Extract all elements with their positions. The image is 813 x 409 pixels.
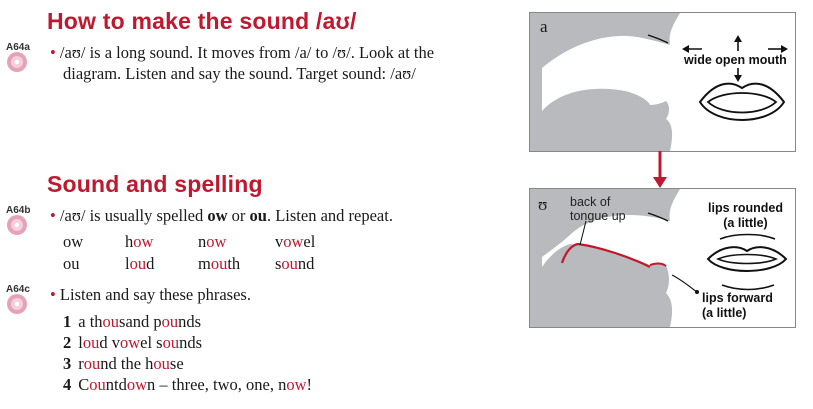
diagram-panel-b: ʊ back of tongue up lips rounded (a litt… bbox=[529, 188, 796, 328]
word-part: d bbox=[146, 254, 155, 273]
word-part: h bbox=[125, 232, 134, 251]
phrase-part: n – three, two, one, n bbox=[147, 375, 287, 394]
spelling-ou: ou bbox=[249, 206, 267, 225]
bullet-icon: • bbox=[50, 206, 56, 225]
phrase-part: el s bbox=[140, 333, 163, 352]
example-word[interactable]: how bbox=[125, 232, 153, 252]
phrase-part-highlight: ou bbox=[102, 312, 120, 331]
phrase-part: a th bbox=[78, 312, 103, 331]
phrase-part: nd the h bbox=[100, 354, 154, 373]
phrase-part: d v bbox=[99, 333, 120, 352]
phrase-part: ntd bbox=[105, 375, 127, 394]
lips-forward-line-2: (a little) bbox=[702, 306, 747, 320]
phrase-number: 2 bbox=[63, 333, 72, 352]
pointer-line-icon bbox=[671, 274, 699, 294]
paragraph-line-2: diagram. Listen and say the sound. Targe… bbox=[63, 64, 416, 83]
arrow-down-icon bbox=[653, 151, 667, 188]
lips-rounded-line-1: lips rounded bbox=[708, 201, 783, 215]
phrase-part-highlight: ow bbox=[119, 333, 141, 352]
diagram-b-label: ʊ bbox=[538, 195, 548, 214]
phrase-item[interactable]: 2 loud vowel sounds bbox=[63, 333, 202, 353]
section-title-sound-spelling: Sound and spelling bbox=[47, 171, 263, 197]
audio-track-a64a[interactable]: A64a bbox=[6, 42, 30, 78]
example-word[interactable]: mouth bbox=[198, 254, 240, 274]
example-word[interactable]: sound bbox=[275, 254, 314, 274]
phrase-part-highlight: ou bbox=[83, 354, 101, 373]
audio-cd-icon bbox=[7, 215, 27, 235]
word-part: v bbox=[275, 232, 284, 251]
instruction-b-text-3: . Listen and repeat. bbox=[266, 206, 393, 225]
lips-rounded-line-2: (a little) bbox=[723, 216, 768, 230]
phrase-part-highlight: ou bbox=[153, 354, 170, 373]
phrase-number: 4 bbox=[63, 375, 72, 394]
phrase-number: 1 bbox=[63, 312, 72, 331]
instruction-c-text: Listen and say these phrases. bbox=[59, 285, 251, 304]
section1-paragraph: • /aʊ/ is a long sound. It moves from /a… bbox=[50, 42, 520, 84]
diagram-a-label: a bbox=[540, 17, 548, 36]
phrase-part: sand p bbox=[119, 312, 162, 331]
lips-rounded-label: lips rounded (a little) bbox=[708, 201, 783, 231]
phrase-item[interactable]: 4 Countdown – three, two, one, now! bbox=[63, 375, 312, 395]
section-title-how-to: How to make the sound /aʊ/ bbox=[47, 8, 357, 34]
wide-open-mouth-label: wide open mouth bbox=[684, 53, 787, 67]
tongue-note: back of tongue up bbox=[570, 195, 626, 223]
word-part: m bbox=[198, 254, 211, 273]
tongue-note-line-1: back of bbox=[570, 195, 611, 209]
phrase-part-highlight: ow bbox=[126, 375, 148, 394]
word-part-highlight: ou bbox=[129, 254, 147, 273]
phrase-number: 3 bbox=[63, 354, 72, 373]
word-part-highlight: ow bbox=[133, 232, 154, 251]
phrase-part: nds bbox=[179, 333, 203, 352]
phrase-part-highlight: ou bbox=[82, 333, 100, 352]
tongue-note-line-2: tongue up bbox=[570, 209, 626, 223]
lips-rounded-icon bbox=[706, 233, 788, 291]
spelling-ow: ow bbox=[207, 206, 228, 225]
word-part: n bbox=[198, 232, 207, 251]
phrase-part-highlight: ou bbox=[162, 333, 180, 352]
instruction-b-text-2: or bbox=[227, 206, 250, 225]
paragraph-line-1: /aʊ/ is a long sound. It moves from /a/ … bbox=[59, 43, 435, 62]
bullet-icon: • bbox=[50, 43, 56, 62]
instruction-c: • Listen and say these phrases. bbox=[50, 284, 251, 305]
audio-track-a64b[interactable]: A64b bbox=[6, 205, 30, 241]
example-word[interactable]: loud bbox=[125, 254, 154, 274]
instruction-b: • /aʊ/ is usually spelled ow or ou. List… bbox=[50, 205, 393, 226]
instruction-b-text-1: /aʊ/ is usually spelled bbox=[59, 206, 208, 225]
word-part: el bbox=[303, 232, 316, 251]
lips-forward-line-1: lips forward bbox=[702, 291, 773, 305]
phrase-part: C bbox=[78, 375, 90, 394]
diagram-panel-a: a wide open mouth bbox=[529, 12, 796, 152]
phrase-part: se bbox=[169, 354, 184, 373]
word-part-highlight: ou bbox=[281, 254, 298, 273]
spelling-pattern: ow bbox=[63, 232, 84, 251]
word-part: nd bbox=[297, 254, 315, 273]
audio-track-a64c[interactable]: A64c bbox=[6, 284, 30, 320]
phrase-part-highlight: ou bbox=[89, 375, 106, 394]
example-word[interactable]: vowel bbox=[275, 232, 315, 252]
audio-cd-icon bbox=[7, 294, 27, 314]
word-part-highlight: ow bbox=[206, 232, 227, 251]
spelling-pattern: ou bbox=[63, 254, 80, 273]
phrase-item[interactable]: 1a thousand pounds bbox=[63, 312, 201, 332]
lips-wide-open-icon bbox=[698, 68, 786, 121]
phrase-part: nds bbox=[178, 312, 202, 331]
lips-forward-label: lips forward (a little) bbox=[702, 291, 773, 321]
word-part: th bbox=[227, 254, 241, 273]
phrase-part: ! bbox=[306, 375, 313, 394]
phrase-item[interactable]: 3 round the house bbox=[63, 354, 184, 374]
phrase-part-highlight: ow bbox=[286, 375, 307, 394]
example-word[interactable]: now bbox=[198, 232, 226, 252]
bullet-icon: • bbox=[50, 285, 56, 304]
word-part-highlight: ou bbox=[210, 254, 228, 273]
audio-cd-icon bbox=[7, 52, 27, 72]
phrase-part-highlight: ou bbox=[161, 312, 179, 331]
word-part-highlight: ow bbox=[283, 232, 304, 251]
